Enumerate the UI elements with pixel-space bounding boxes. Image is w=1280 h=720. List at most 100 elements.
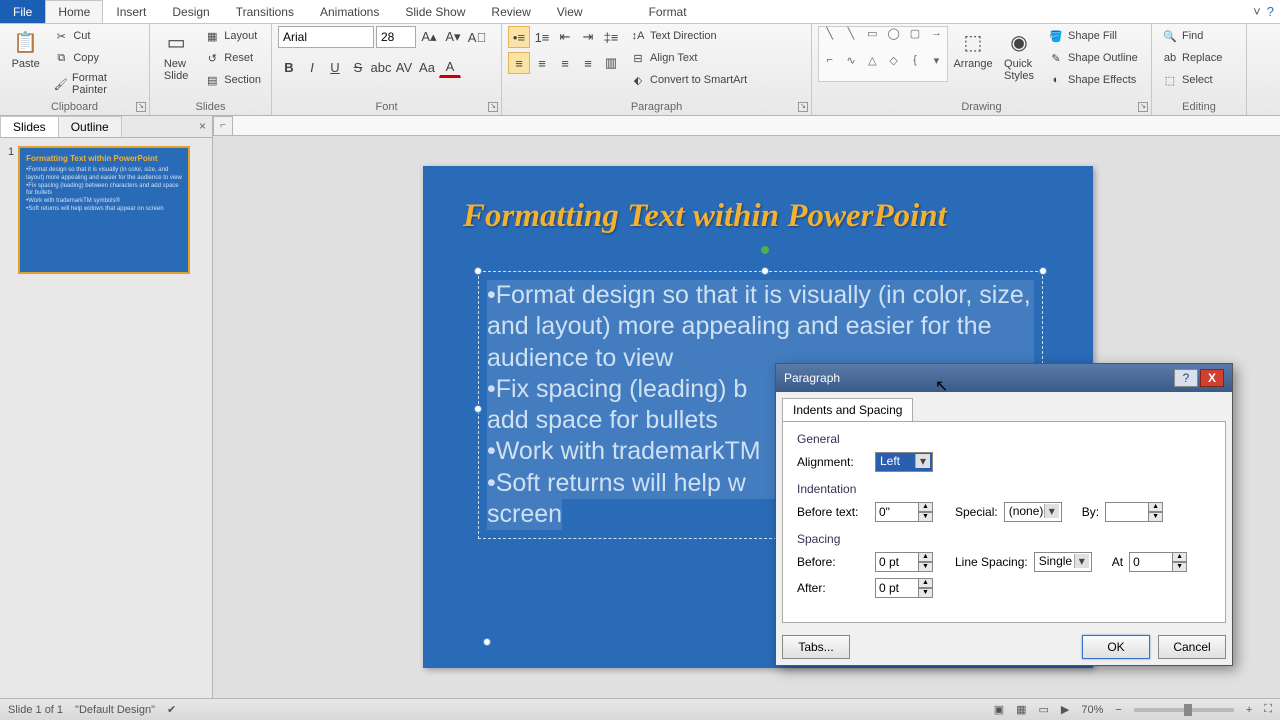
- italic-button[interactable]: I: [301, 56, 323, 78]
- arrange-button[interactable]: ⬚Arrange: [952, 26, 994, 72]
- char-spacing-button[interactable]: AV: [393, 56, 415, 78]
- drawing-launcher[interactable]: ↘: [1138, 102, 1148, 112]
- text-direction-button[interactable]: ↕AText Direction: [626, 26, 751, 46]
- shape-line-icon[interactable]: ╲: [819, 27, 840, 54]
- view-normal-icon[interactable]: ▣: [994, 703, 1004, 716]
- format-painter-button[interactable]: 🖌Format Painter: [49, 70, 143, 98]
- paste-button[interactable]: 📋Paste: [6, 26, 45, 72]
- rotate-handle[interactable]: [761, 246, 769, 254]
- shrink-font-button[interactable]: A▾: [442, 26, 464, 48]
- after-input[interactable]: [875, 578, 919, 598]
- before-up[interactable]: ▲: [919, 552, 933, 562]
- shape-outline-button[interactable]: ✎Shape Outline: [1044, 48, 1142, 68]
- decrease-indent-button[interactable]: ⇤: [554, 26, 576, 48]
- tab-file[interactable]: File: [0, 0, 45, 23]
- by-down[interactable]: ▼: [1149, 512, 1163, 522]
- justify-button[interactable]: ≡: [577, 52, 599, 74]
- cancel-button[interactable]: Cancel: [1158, 635, 1226, 659]
- reset-button[interactable]: ↺Reset: [200, 48, 265, 68]
- shape-tri-icon[interactable]: △: [862, 54, 883, 81]
- minimize-ribbon-icon[interactable]: ˅: [1253, 4, 1261, 19]
- new-slide-button[interactable]: ▭New Slide: [156, 26, 196, 84]
- by-up[interactable]: ▲: [1149, 502, 1163, 512]
- font-color-button[interactable]: A: [439, 56, 461, 78]
- select-button[interactable]: ⬚Select: [1158, 70, 1226, 90]
- handle-bl[interactable]: [483, 638, 491, 646]
- at-down[interactable]: ▼: [1173, 562, 1187, 572]
- align-left-button[interactable]: ≡: [508, 52, 530, 74]
- shapes-gallery[interactable]: ╲╲▭◯▢→ ⌐∿△◇{▾: [818, 26, 948, 82]
- view-sorter-icon[interactable]: ▦: [1016, 703, 1026, 716]
- after-up[interactable]: ▲: [919, 578, 933, 588]
- fit-window-icon[interactable]: ⛶: [1264, 703, 1272, 716]
- shape-rrect-icon[interactable]: ▢: [904, 27, 925, 54]
- shape-rect-icon[interactable]: ▭: [862, 27, 883, 54]
- ok-button[interactable]: OK: [1082, 635, 1150, 659]
- handle-tr[interactable]: [1039, 267, 1047, 275]
- tab-home[interactable]: Home: [45, 0, 103, 23]
- smartart-button[interactable]: ⬖Convert to SmartArt: [626, 70, 751, 90]
- grow-font-button[interactable]: A▴: [418, 26, 440, 48]
- before-text-up[interactable]: ▲: [919, 502, 933, 512]
- shape-effects-button[interactable]: ◐Shape Effects: [1044, 70, 1142, 90]
- shape-callout-icon[interactable]: ◇: [883, 54, 904, 81]
- slide-title[interactable]: Formatting Text within PowerPoint: [463, 198, 947, 235]
- before-input[interactable]: [875, 552, 919, 572]
- shape-oval-icon[interactable]: ◯: [883, 27, 904, 54]
- dialog-help-icon[interactable]: ?: [1174, 369, 1198, 387]
- tab-view[interactable]: View: [544, 0, 596, 23]
- clipboard-launcher[interactable]: ↘: [136, 102, 146, 112]
- alignment-select[interactable]: Left: [875, 452, 933, 472]
- shape-elbow-icon[interactable]: ⌐: [819, 54, 840, 81]
- zoom-thumb[interactable]: [1184, 704, 1192, 716]
- tab-review[interactable]: Review: [478, 0, 543, 23]
- panel-tab-outline[interactable]: Outline: [58, 116, 122, 137]
- by-input[interactable]: [1105, 502, 1149, 522]
- shape-arrow-icon[interactable]: →: [926, 27, 947, 54]
- clear-format-button[interactable]: A⃠: [466, 26, 488, 48]
- shape-line2-icon[interactable]: ╲: [840, 27, 861, 54]
- numbering-button[interactable]: 1≡: [531, 26, 553, 48]
- replace-button[interactable]: abReplace: [1158, 48, 1226, 68]
- shape-brace-icon[interactable]: {: [904, 54, 925, 81]
- before-down[interactable]: ▼: [919, 562, 933, 572]
- spellcheck-icon[interactable]: ✔: [167, 703, 176, 716]
- bullet-4b[interactable]: screen: [487, 499, 562, 530]
- shape-more-icon[interactable]: ▾: [926, 54, 947, 81]
- tab-animations[interactable]: Animations: [307, 0, 392, 23]
- strike-button[interactable]: S: [347, 56, 369, 78]
- change-case-button[interactable]: Aa: [416, 56, 438, 78]
- layout-button[interactable]: ▦Layout: [200, 26, 265, 46]
- underline-button[interactable]: U: [324, 56, 346, 78]
- align-right-button[interactable]: ≡: [554, 52, 576, 74]
- tab-design[interactable]: Design: [159, 0, 222, 23]
- handle-tl[interactable]: [474, 267, 482, 275]
- zoom-slider[interactable]: [1134, 708, 1234, 712]
- cut-button[interactable]: ✂Cut: [49, 26, 143, 46]
- tab-indents-spacing[interactable]: Indents and Spacing: [782, 398, 913, 421]
- slide-thumbnail[interactable]: Formatting Text within PowerPoint •Forma…: [18, 146, 190, 274]
- tab-format[interactable]: Format: [636, 0, 700, 23]
- panel-close-icon[interactable]: ×: [193, 116, 212, 137]
- copy-button[interactable]: ⧉Copy: [49, 48, 143, 68]
- shadow-button[interactable]: abc: [370, 56, 392, 78]
- dialog-close-icon[interactable]: X: [1200, 369, 1224, 387]
- before-text-input[interactable]: [875, 502, 919, 522]
- line-spacing-button[interactable]: ‡≡: [600, 26, 622, 48]
- font-size-input[interactable]: [376, 26, 416, 48]
- after-down[interactable]: ▼: [919, 588, 933, 598]
- section-button[interactable]: ▤Section: [200, 70, 265, 90]
- bold-button[interactable]: B: [278, 56, 300, 78]
- status-zoom[interactable]: 70%: [1081, 704, 1103, 716]
- handle-ml[interactable]: [474, 405, 482, 413]
- tabs-button[interactable]: Tabs...: [782, 635, 850, 659]
- font-launcher[interactable]: ↘: [488, 102, 498, 112]
- handle-tc[interactable]: [761, 267, 769, 275]
- font-name-input[interactable]: [278, 26, 374, 48]
- tab-slideshow[interactable]: Slide Show: [392, 0, 478, 23]
- ruler-horizontal[interactable]: [233, 116, 1280, 136]
- panel-tab-slides[interactable]: Slides: [0, 116, 59, 137]
- find-button[interactable]: 🔍Find: [1158, 26, 1226, 46]
- view-reading-icon[interactable]: ▭: [1039, 703, 1049, 716]
- at-up[interactable]: ▲: [1173, 552, 1187, 562]
